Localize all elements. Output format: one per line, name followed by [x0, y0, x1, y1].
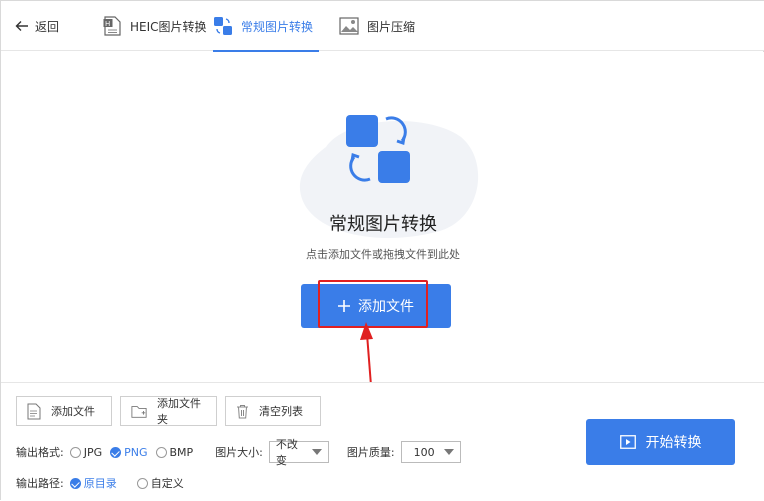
tab-heic-label: HEIC图片转换: [130, 19, 207, 34]
clear-list-label: 清空列表: [259, 405, 303, 418]
radio-checked-icon: [69, 477, 81, 489]
bottom-panel: 添加文件 添加文件夹 清空列表 输出格式: JPG PNG BMP 图片大小: …: [1, 382, 764, 501]
plus-icon: [338, 300, 350, 312]
path-row: 输出路径: 原目录 自定义: [16, 475, 192, 491]
add-file-button[interactable]: 添加文件: [16, 396, 112, 426]
format-png-label: PNG: [124, 445, 148, 459]
path-original-radio[interactable]: 原目录: [69, 475, 117, 491]
add-file-main-button[interactable]: 添加文件: [301, 284, 451, 328]
add-folder-label: 添加文件夹: [157, 397, 202, 426]
tab-heic[interactable]: H HEIC图片转换: [102, 1, 207, 51]
image-compress-icon: [339, 16, 359, 36]
quality-value: 100: [413, 445, 435, 459]
quality-select[interactable]: 100: [400, 441, 461, 463]
path-original-label: 原目录: [83, 477, 117, 490]
size-value: 不改变: [275, 438, 298, 467]
radio-dot: [69, 446, 81, 458]
page-title: 常规图片转换: [329, 214, 437, 235]
path-label: 输出路径:: [16, 477, 64, 490]
svg-text:H: H: [105, 20, 110, 28]
add-file-label: 添加文件: [51, 405, 95, 418]
tab-convert[interactable]: 常规图片转换: [213, 1, 320, 52]
path-custom-label: 自定义: [150, 477, 184, 490]
format-label: 输出格式:: [16, 446, 64, 459]
start-convert-button[interactable]: 开始转换: [586, 419, 735, 465]
back-label: 返回: [35, 19, 60, 34]
radio-checked-icon: [110, 446, 122, 458]
drop-hint: 点击添加文件或拖拽文件到此处: [306, 248, 460, 261]
format-png-radio[interactable]: PNG: [110, 445, 148, 459]
folder-icon: [131, 405, 147, 418]
chevron-down-icon: [443, 449, 454, 455]
size-label: 图片大小:: [215, 446, 263, 459]
format-row: 输出格式: JPG PNG BMP 图片大小: 不改变 图片质量: 100: [16, 438, 461, 467]
trash-icon: [237, 404, 248, 418]
clear-list-button[interactable]: 清空列表: [225, 396, 321, 426]
arrow-left-icon: [15, 21, 28, 31]
radio-dot: [155, 446, 167, 458]
app-window: 返回 H HEIC图片转换 常规图片转换 图片压缩 常规图片转换 点击添加文件或…: [0, 0, 764, 501]
format-bmp-label: BMP: [169, 445, 194, 459]
size-select[interactable]: 不改变: [268, 438, 329, 467]
start-convert-label: 开始转换: [645, 435, 702, 451]
heic-file-icon: H: [102, 16, 122, 36]
path-custom-radio[interactable]: 自定义: [136, 475, 184, 491]
add-folder-button[interactable]: 添加文件夹: [120, 396, 217, 426]
add-file-main-label: 添加文件: [358, 299, 414, 315]
tab-convert-label: 常规图片转换: [241, 19, 314, 34]
format-bmp-radio[interactable]: BMP: [155, 445, 194, 459]
file-icon: [27, 403, 41, 419]
convert-icon: [213, 16, 233, 36]
format-jpg-label: JPG: [83, 445, 103, 459]
format-jpg-radio[interactable]: JPG: [69, 445, 103, 459]
play-icon: [619, 435, 636, 449]
radio-dot: [136, 477, 148, 489]
drop-zone[interactable]: 常规图片转换 点击添加文件或拖拽文件到此处 添加文件: [1, 52, 764, 451]
tab-compress[interactable]: 图片压缩: [339, 1, 415, 51]
tab-compress-label: 图片压缩: [367, 19, 416, 34]
top-nav: 返回 H HEIC图片转换 常规图片转换 图片压缩: [1, 1, 764, 52]
back-button[interactable]: 返回: [15, 15, 59, 37]
chevron-down-icon: [311, 449, 322, 455]
quality-label: 图片质量:: [346, 446, 395, 459]
